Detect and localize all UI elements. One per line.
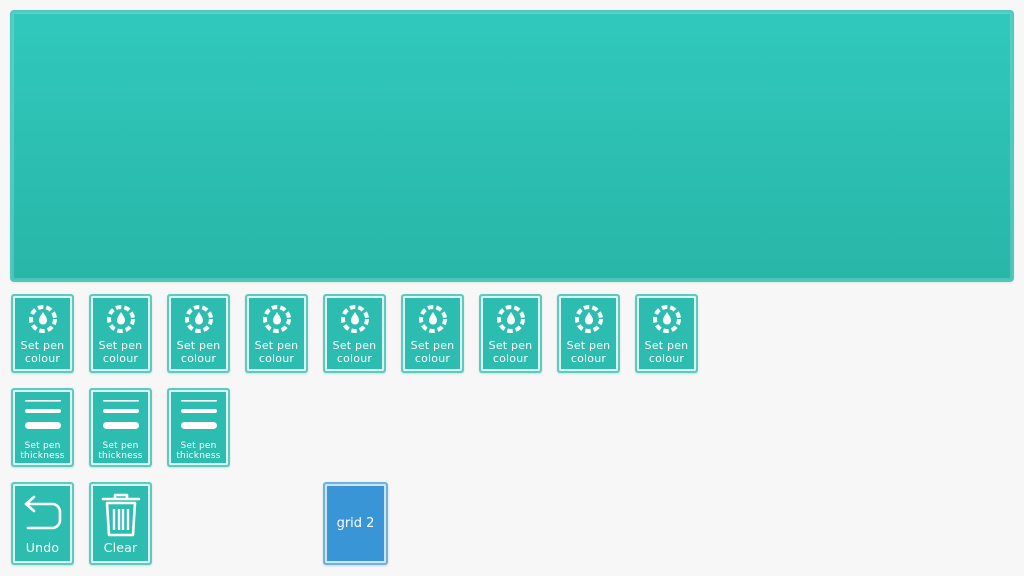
set-pen-colour-button-1[interactable]: Set pen colour bbox=[11, 294, 74, 373]
palette-drop-icon bbox=[91, 304, 150, 334]
set-pen-colour-button-2[interactable]: Set pen colour bbox=[89, 294, 152, 373]
palette-drop-icon bbox=[169, 304, 228, 334]
button-label: Set pen colour bbox=[332, 339, 377, 365]
palette-drop-icon bbox=[559, 304, 618, 334]
palette-drop-icon bbox=[13, 304, 72, 334]
grid-2-label: grid 2 bbox=[336, 516, 375, 531]
undo-label: Undo bbox=[25, 540, 60, 555]
trash-icon bbox=[91, 492, 150, 538]
set-pen-thickness-button-1[interactable]: Set pen thickness bbox=[11, 388, 74, 467]
palette-drop-icon bbox=[481, 304, 540, 334]
palette-drop-icon bbox=[403, 304, 462, 334]
set-pen-colour-button-8[interactable]: Set pen colour bbox=[557, 294, 620, 373]
button-label: Set pen colour bbox=[20, 339, 65, 365]
set-pen-colour-button-7[interactable]: Set pen colour bbox=[479, 294, 542, 373]
button-label: Set pen thickness bbox=[98, 441, 143, 462]
button-label: Set pen colour bbox=[410, 339, 455, 365]
set-pen-thickness-button-2[interactable]: Set pen thickness bbox=[89, 388, 152, 467]
line-thickness-icon bbox=[91, 398, 150, 432]
line-thickness-icon bbox=[169, 398, 228, 432]
button-label: Set pen colour bbox=[566, 339, 611, 365]
button-label: Set pen thickness bbox=[20, 441, 65, 462]
undo-button[interactable]: Undo bbox=[11, 482, 74, 565]
palette-drop-icon bbox=[325, 304, 384, 334]
undo-arrow-icon bbox=[13, 492, 72, 534]
grid-2-button[interactable]: grid 2 bbox=[323, 482, 388, 565]
button-label: Set pen colour bbox=[488, 339, 533, 365]
set-pen-colour-button-4[interactable]: Set pen colour bbox=[245, 294, 308, 373]
set-pen-colour-button-3[interactable]: Set pen colour bbox=[167, 294, 230, 373]
set-pen-colour-button-9[interactable]: Set pen colour bbox=[635, 294, 698, 373]
app-stage: Set pen colour Set pen colour Set pen colou… bbox=[0, 0, 1024, 576]
drawing-canvas[interactable] bbox=[10, 10, 1014, 282]
set-pen-colour-button-6[interactable]: Set pen colour bbox=[401, 294, 464, 373]
clear-label: Clear bbox=[103, 540, 138, 555]
clear-button[interactable]: Clear bbox=[89, 482, 152, 565]
button-label: Set pen colour bbox=[644, 339, 689, 365]
line-thickness-icon bbox=[13, 398, 72, 432]
button-label: Set pen thickness bbox=[176, 441, 221, 462]
button-label: Set pen colour bbox=[98, 339, 143, 365]
button-label: Set pen colour bbox=[254, 339, 299, 365]
palette-drop-icon bbox=[637, 304, 696, 334]
palette-drop-icon bbox=[247, 304, 306, 334]
set-pen-thickness-button-3[interactable]: Set pen thickness bbox=[167, 388, 230, 467]
button-label: Set pen colour bbox=[176, 339, 221, 365]
set-pen-colour-button-5[interactable]: Set pen colour bbox=[323, 294, 386, 373]
